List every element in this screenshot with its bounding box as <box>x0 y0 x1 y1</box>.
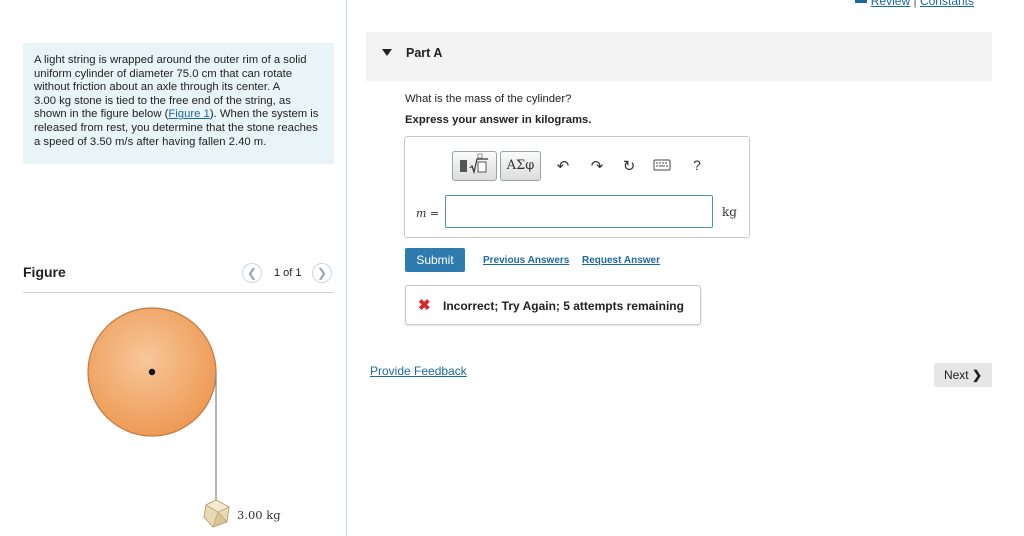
figure-prev-button[interactable]: ❮ <box>242 263 262 283</box>
stone-label: 3.00 kg <box>237 508 281 522</box>
reset-icon[interactable]: ↻ <box>619 157 639 175</box>
figure-link[interactable]: Figure 1 <box>168 108 209 120</box>
figure-header: Figure ❮ 1 of 1 ❯ <box>23 262 334 293</box>
x-icon: ✖ <box>418 297 431 314</box>
caret-down-icon <box>382 49 392 56</box>
provide-feedback-link[interactable]: Provide Feedback <box>370 364 467 378</box>
figure-page-indicator: 1 of 1 <box>274 267 302 279</box>
feedback-text: Incorrect; Try Again; 5 attempts remaini… <box>443 299 684 313</box>
constants-link[interactable]: Constants <box>920 0 974 8</box>
question-text: What is the mass of the cylinder? <box>405 93 572 105</box>
chevron-left-icon: ❮ <box>246 266 258 280</box>
problem-line: shown in the figure below (Figure 1). Wh… <box>34 108 334 122</box>
next-label: Next <box>943 368 969 382</box>
chevron-right-icon: ❯ <box>971 368 983 382</box>
unit-label: kg <box>722 205 737 219</box>
part-header[interactable]: Part A <box>366 32 992 81</box>
problem-line: a speed of 3.50 m/s after having fallen … <box>34 135 267 148</box>
feedback-message: ✖ Incorrect; Try Again; 5 attempts remai… <box>405 285 701 325</box>
greek-symbols-button[interactable]: ΑΣφ <box>500 151 541 181</box>
problem-line: 3.00 kg stone is tied to the free end of… <box>34 94 291 107</box>
figure-title: Figure <box>23 264 66 280</box>
chevron-right-icon: ❯ <box>316 266 328 280</box>
problem-line: released from rest, you determine that t… <box>34 121 318 134</box>
problem-text: shown in the figure below ( <box>34 108 169 121</box>
templates-button[interactable] <box>452 151 497 181</box>
redo-icon[interactable]: ↷ <box>587 157 607 175</box>
panel-divider <box>346 0 347 536</box>
top-links: Review | Constants <box>854 0 974 8</box>
part-title: Part A <box>406 46 443 60</box>
answer-input[interactable] <box>445 195 713 228</box>
templates-icon <box>460 153 488 175</box>
problem-line: A light string is wrapped around the out… <box>34 54 307 66</box>
answer-box: ΑΣφ ↶ ↷ ↻ ? m = kg <box>404 136 750 238</box>
review-link[interactable]: Review <box>871 0 910 8</box>
next-button[interactable]: Next ❯ <box>934 363 992 387</box>
request-answer-link[interactable]: Request Answer <box>582 255 660 266</box>
figure-next-button[interactable]: ❯ <box>312 263 332 283</box>
keyboard-icon[interactable] <box>652 158 672 176</box>
undo-icon[interactable]: ↶ <box>553 157 573 175</box>
figure-image <box>87 307 230 528</box>
axle-dot <box>148 368 156 376</box>
problem-statement: A light string is wrapped around the out… <box>23 43 334 164</box>
problem-line: without friction about an axle through i… <box>34 81 281 94</box>
top-links-separator: | <box>913 0 917 8</box>
stone <box>203 499 230 528</box>
previous-answers-link[interactable]: Previous Answers <box>483 255 569 266</box>
submit-button[interactable]: Submit <box>405 248 465 272</box>
review-icon <box>854 0 867 4</box>
instruction-text: Express your answer in kilograms. <box>405 114 592 126</box>
problem-line: uniform cylinder of diameter 75.0 cm tha… <box>34 67 293 80</box>
help-icon[interactable]: ? <box>687 157 707 173</box>
variable-label: m = <box>416 207 440 220</box>
problem-text: ). When the system is <box>209 108 319 121</box>
